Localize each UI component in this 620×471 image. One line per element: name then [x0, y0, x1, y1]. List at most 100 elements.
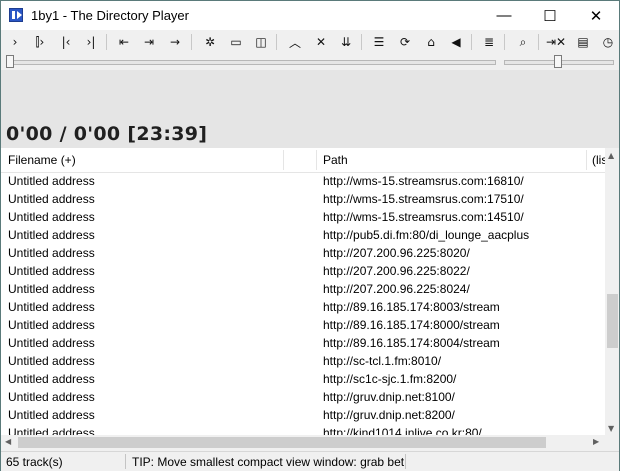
close-icon: ✕ [315, 35, 327, 49]
row-path: http://pub5.di.fm:80/di_lounge_aacplus [323, 228, 530, 242]
status-tip: TIP: Move smallest compact view window: … [132, 455, 404, 469]
search-icon: ⌕ [519, 34, 527, 49]
row-filename: Untitled address [8, 372, 95, 386]
down-all-button[interactable]: ⇊ [336, 32, 356, 52]
column-header-path[interactable]: Path [316, 148, 586, 172]
list-item[interactable]: Untitled address http://89.16.185.174:800… [1, 298, 605, 316]
toolbar: › ⫿› |‹ ›| ⇤ ⇥ → ✲ ▭ ◫ ︿ ✕ ⇊ ☰ ⟳ ⌂ ◀ ≣ ⌕… [1, 30, 619, 54]
list-item[interactable]: Untitled address http://wms-15.streamsrus… [1, 190, 605, 208]
row-filename: Untitled address [8, 354, 95, 368]
track-list[interactable]: Filename (+) Path (lis Untitled address h… [1, 148, 605, 435]
row-filename: Untitled address [8, 408, 95, 422]
list-item[interactable]: Untitled address http://gruv.dnip.net:820… [1, 406, 605, 424]
scroll-right-icon[interactable]: ▶ [593, 437, 599, 446]
settings-icon: ✲ [204, 35, 216, 49]
column-divider[interactable] [283, 150, 284, 170]
search-button[interactable]: ⌕ [513, 32, 533, 52]
list-item[interactable]: Untitled address http://207.200.96.225:80… [1, 280, 605, 298]
timer-button[interactable]: ◷ [598, 32, 618, 52]
forward-folder-button[interactable]: ⇥ [139, 32, 159, 52]
horizontal-scrollbar-thumb[interactable] [18, 437, 546, 448]
title-bar[interactable]: 1by1 - The Directory Player — ☐ ✕ [1, 1, 619, 30]
row-path: http://wms-15.streamsrus.com:14510/ [323, 210, 524, 224]
back-folder-icon: ⇤ [118, 35, 130, 49]
scroll-up-icon[interactable]: ▲ [608, 151, 614, 160]
row-filename: Untitled address [8, 246, 95, 260]
list-item[interactable]: Untitled address http://207.200.96.225:80… [1, 262, 605, 280]
up-button[interactable]: ︿ [285, 32, 305, 52]
list-item[interactable]: Untitled address http://wms-15.streamsrus… [1, 208, 605, 226]
column-header-list[interactable]: (lis [587, 148, 605, 172]
vertical-scrollbar[interactable]: ▲ ▼ [605, 148, 619, 435]
settings-button[interactable]: ✲ [200, 32, 220, 52]
list-item[interactable]: Untitled address http://gruv.dnip.net:810… [1, 388, 605, 406]
info-panel: 0'00 / 0'00 [23:39] [1, 70, 619, 148]
toolbar-separator [106, 34, 107, 50]
row-path: http://207.200.96.225:8022/ [323, 264, 470, 278]
row-path: http://89.16.185.174:8003/stream [323, 300, 500, 314]
close-all-button[interactable]: ⇥✕ [546, 32, 566, 52]
panel-button[interactable]: ☰ [369, 32, 389, 52]
arrow-right-icon: → [169, 35, 181, 49]
row-filename: Untitled address [8, 336, 95, 350]
home-icon: ⌂ [427, 35, 435, 49]
vertical-scrollbar-thumb[interactable] [607, 294, 618, 348]
position-slider[interactable] [6, 60, 496, 65]
back-folder-button[interactable]: ⇤ [114, 32, 134, 52]
maximize-button[interactable]: ☐ [527, 1, 573, 30]
row-path: http://gruv.dnip.net:8200/ [323, 408, 455, 422]
next-dir-button[interactable]: ⫿› [30, 32, 50, 52]
list-item[interactable]: Untitled address http://kind1014.inlive.c… [1, 424, 605, 435]
time-display: 0'00 / 0'00 [23:39] [6, 123, 208, 145]
compact-view-button[interactable]: ▭ [226, 32, 246, 52]
down-all-icon: ⇊ [340, 35, 352, 49]
list-item[interactable]: Untitled address http://89.16.185.174:800… [1, 334, 605, 352]
prev-track-icon: |‹ [61, 35, 71, 49]
row-path: http://89.16.185.174:8000/stream [323, 318, 500, 332]
repeat-button[interactable]: ⟳ [395, 32, 415, 52]
row-path: http://89.16.185.174:8004/stream [323, 336, 500, 350]
row-filename: Untitled address [8, 210, 95, 224]
list-item[interactable]: Untitled address http://pub5.di.fm:80/di_… [1, 226, 605, 244]
slider-row [1, 54, 619, 70]
volume-slider-thumb[interactable] [554, 55, 562, 68]
tree-view-button[interactable]: ◫ [251, 32, 271, 52]
scroll-down-icon[interactable]: ▼ [608, 424, 614, 433]
compact-view-icon: ▭ [230, 35, 242, 49]
position-slider-thumb[interactable] [6, 55, 14, 68]
playlist-icon: ≣ [483, 35, 495, 49]
close-window-button[interactable]: ✕ [573, 1, 619, 30]
up-icon: ︿ [288, 35, 301, 50]
remove-button[interactable]: ✕ [311, 32, 331, 52]
row-path: http://wms-15.streamsrus.com:16810/ [323, 174, 524, 188]
list-item[interactable]: Untitled address http://207.200.96.225:80… [1, 244, 605, 262]
next-dir-icon: ⫿› [35, 34, 45, 49]
list-item[interactable]: Untitled address http://89.16.185.174:800… [1, 316, 605, 334]
row-path: http://sc-tcl.1.fm:8010/ [323, 354, 442, 368]
list-item[interactable]: Untitled address http://sc-tcl.1.fm:8010/ [1, 352, 605, 370]
minimize-button[interactable]: — [481, 1, 527, 30]
playlist-button[interactable]: ≣ [479, 32, 499, 52]
repeat-icon: ⟳ [399, 35, 411, 49]
app-logo-icon [9, 8, 23, 22]
volume-button[interactable]: ◀ [446, 32, 466, 52]
row-filename: Untitled address [8, 426, 95, 435]
column-header-filename[interactable]: Filename (+) [1, 148, 283, 172]
next-track-button[interactable]: ›| [81, 32, 101, 52]
row-path: http://207.200.96.225:8024/ [323, 282, 470, 296]
play-button[interactable]: › [5, 32, 25, 52]
scroll-left-icon[interactable]: ◀ [5, 437, 11, 446]
counter-button[interactable]: ▤ [573, 32, 593, 52]
list-item[interactable]: Untitled address http://sc1c-sjc.1.fm:820… [1, 370, 605, 388]
horizontal-scrollbar[interactable]: ◀ ▶ [1, 435, 605, 449]
track-count: 65 track(s) [6, 455, 63, 469]
row-filename: Untitled address [8, 390, 95, 404]
toolbar-separator [191, 34, 192, 50]
prev-track-button[interactable]: |‹ [56, 32, 76, 52]
row-path: http://sc1c-sjc.1.fm:8200/ [323, 372, 457, 386]
row-path: http://gruv.dnip.net:8100/ [323, 390, 455, 404]
arrow-right-button[interactable]: → [165, 32, 185, 52]
tree-view-icon: ◫ [255, 35, 267, 49]
list-item[interactable]: Untitled address http://wms-15.streamsrus… [1, 172, 605, 190]
home-button[interactable]: ⌂ [421, 32, 441, 52]
